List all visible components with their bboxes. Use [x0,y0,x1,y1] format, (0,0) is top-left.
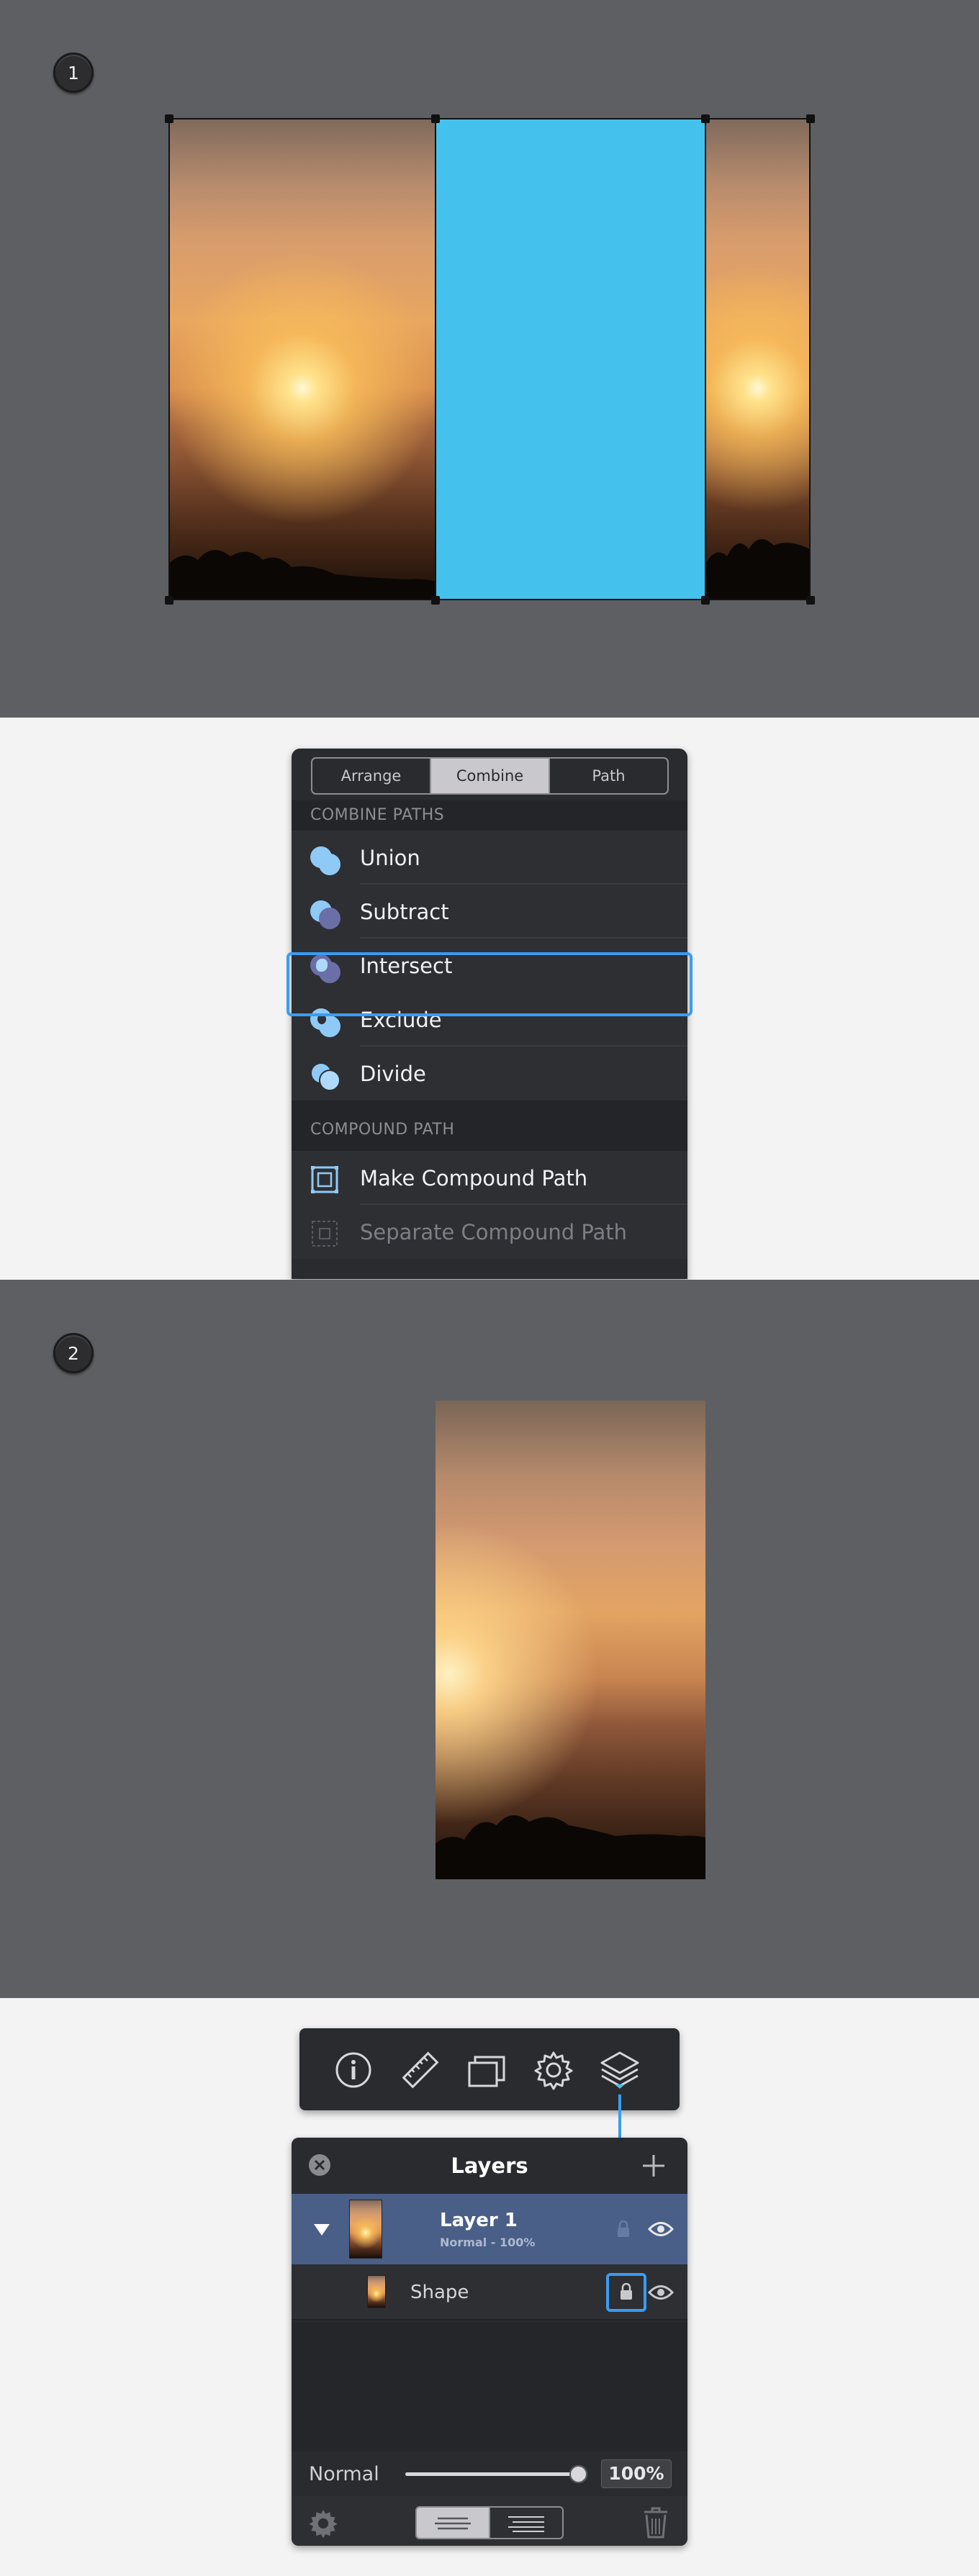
resize-handle[interactable] [701,114,710,123]
divider-line-1 [435,119,436,600]
resize-handle[interactable] [701,596,710,605]
add-icon[interactable] [640,2152,667,2179]
gear-icon[interactable] [307,2508,339,2539]
list-view-toggle[interactable] [417,2508,489,2538]
tab-path[interactable]: Path [550,759,667,793]
trash-icon[interactable] [643,2506,669,2539]
menu-item-make-compound-path[interactable]: Make Compound Path [292,1151,687,1205]
layers-panel: Layers Layer 1 Normal - 100% Shape Norma… [292,2138,687,2546]
step-badge-2: 2 [53,1333,94,1373]
resize-handle[interactable] [431,114,440,123]
canvas-step-1: 1 [0,0,979,718]
canvas-step-2: 2 [0,1280,979,1998]
menu-item-divide[interactable]: Divide [292,1047,687,1101]
tree-silhouette-2 [436,1815,705,1879]
opacity-slider-fill [405,2472,578,2476]
info-icon[interactable] [335,2051,372,2089]
layer-name: Layer 1 [440,2210,518,2231]
resize-handle[interactable] [806,114,815,123]
resize-handle[interactable] [165,596,173,605]
menu-item-subtract[interactable]: Subtract [292,885,687,939]
eye-icon[interactable] [648,2284,674,2300]
menu-item-union[interactable]: Union [292,831,687,885]
duplicate-icon[interactable] [466,2051,507,2089]
highlight-outline [287,952,692,1016]
divider-line-2 [705,119,706,600]
resize-handle[interactable] [431,596,440,605]
lock-icon[interactable] [617,2220,630,2238]
divide-icon [310,1061,342,1093]
disclosure-triangle-icon[interactable] [314,2224,330,2236]
layers-icon[interactable] [597,2048,642,2092]
segmented-control: Arrange Combine Path [311,757,669,795]
section-heading-combine-paths: COMBINE PATHS [292,800,687,831]
union-icon [310,845,342,877]
ruler-icon[interactable] [402,2051,439,2089]
subtract-icon [310,899,342,931]
section-heading-compound-path: COMPOUND PATH [292,1101,687,1151]
blend-mode-select[interactable]: Normal [309,2463,379,2485]
detail-view-toggle[interactable] [489,2508,562,2538]
layers-header: Layers [292,2138,687,2194]
resize-handle[interactable] [165,114,173,123]
menu-item-label: Make Compound Path [360,1165,588,1190]
lock-icon[interactable] [620,2283,633,2300]
layer-thumbnail [349,2200,382,2259]
selection-outline [168,118,811,600]
opacity-value[interactable]: 100% [601,2459,672,2488]
shape-name: Shape [410,2282,469,2303]
opacity-bar: Normal 100% [292,2451,687,2496]
tab-arrange[interactable]: Arrange [312,759,431,793]
tab-combine[interactable]: Combine [431,759,550,793]
layers-footer [292,2496,687,2546]
layer-row-layer-1[interactable]: Layer 1 Normal - 100% [292,2194,687,2264]
layer-subtitle: Normal - 100% [440,2236,536,2249]
gear-icon[interactable] [533,2050,574,2090]
intersected-photo [436,1401,705,1879]
opacity-slider-thumb[interactable] [569,2465,587,2483]
eye-icon[interactable] [648,2221,674,2237]
opacity-slider-track[interactable] [405,2465,587,2483]
menu-item-label: Separate Compound Path [360,1219,628,1244]
menu-item-separate-compound-path: Separate Compound Path [292,1205,687,1259]
layers-empty-area [292,2322,687,2451]
shape-thumbnail [367,2275,386,2308]
menu-item-label: Divide [360,1061,426,1086]
view-toggle [415,2506,564,2539]
layers-title: Layers [451,2154,528,2178]
menu-item-label: Subtract [360,899,449,924]
resize-handle[interactable] [806,596,815,605]
toolbar [299,2028,680,2110]
make-compound-path-icon [310,1165,342,1197]
separate-compound-path-icon [310,1219,342,1251]
step-badge-1: 1 [53,53,94,93]
layer-row-shape[interactable]: Shape [292,2264,687,2320]
connector-line [618,2094,621,2140]
menu-item-label: Union [360,845,420,870]
